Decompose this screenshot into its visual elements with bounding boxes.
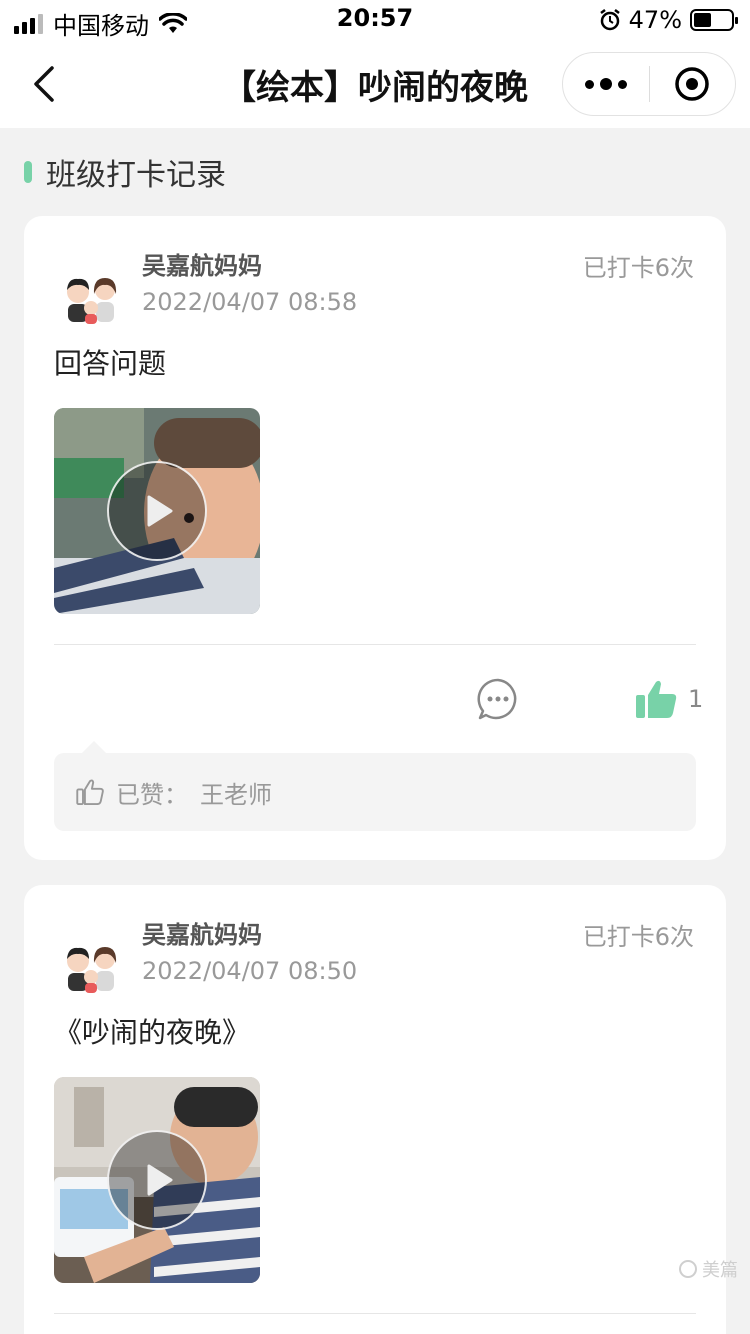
alarm-icon bbox=[599, 9, 620, 31]
battery-icon bbox=[690, 9, 738, 31]
thumbs-up-outline-icon bbox=[76, 779, 104, 805]
play-icon bbox=[147, 1164, 173, 1196]
miniprogram-capsule bbox=[562, 52, 736, 116]
avatar bbox=[67, 947, 117, 993]
status-right: 47% bbox=[599, 6, 738, 34]
comment-button[interactable] bbox=[476, 677, 520, 721]
section-accent-bar bbox=[24, 161, 32, 183]
post-datetime: 2022/04/07 08:58 bbox=[142, 288, 358, 316]
likes-panel: 已赞： 王老师 bbox=[54, 741, 696, 831]
target-close-icon bbox=[675, 67, 709, 101]
divider bbox=[54, 644, 696, 645]
checkin-count: 已打卡6次 bbox=[582, 923, 694, 951]
post-datetime: 2022/04/07 08:50 bbox=[142, 957, 358, 985]
likes-panel-arrow bbox=[82, 741, 106, 753]
author-name: 吴嘉航妈妈 bbox=[142, 252, 262, 280]
video-thumbnail[interactable] bbox=[54, 408, 260, 614]
avatar bbox=[67, 278, 117, 324]
battery-fill bbox=[694, 13, 711, 27]
likes-names: 王老师 bbox=[200, 780, 272, 809]
divider bbox=[54, 1313, 696, 1314]
status-bar: 中国移动 20:57 47% bbox=[0, 0, 750, 40]
play-button[interactable] bbox=[107, 1130, 207, 1230]
section-title: 班级打卡记录 bbox=[46, 158, 226, 193]
thumbs-up-filled-icon bbox=[636, 680, 677, 718]
nav-bar: 【绘本】吵闹的夜晚 bbox=[0, 40, 750, 128]
post-text: 回答问题 bbox=[54, 347, 167, 380]
watermark-text: 美篇 bbox=[702, 1260, 738, 1281]
video-thumbnail[interactable] bbox=[54, 1077, 260, 1283]
post-text: 《吵闹的夜晚》 bbox=[54, 1016, 251, 1049]
checkin-card: 吴嘉航妈妈 2022/04/07 08:58 已打卡6次 回答问题 1 已赞： … bbox=[24, 216, 726, 860]
checkin-count: 已打卡6次 bbox=[582, 254, 694, 282]
like-button[interactable]: 1 bbox=[634, 679, 703, 719]
play-icon bbox=[147, 495, 173, 527]
close-button[interactable] bbox=[650, 53, 736, 115]
likes-label: 已赞： bbox=[116, 780, 188, 809]
more-dots-icon bbox=[584, 79, 594, 89]
comment-icon bbox=[477, 678, 517, 720]
author-name: 吴嘉航妈妈 bbox=[142, 921, 262, 949]
watermark: 美篇 bbox=[678, 1256, 738, 1282]
section-header: 班级打卡记录 bbox=[24, 150, 226, 194]
more-button[interactable] bbox=[563, 53, 649, 115]
play-button[interactable] bbox=[107, 461, 207, 561]
checkin-card: 吴嘉航妈妈 2022/04/07 08:50 已打卡6次 《吵闹的夜晚》 bbox=[24, 885, 726, 1334]
battery-percent: 47% bbox=[628, 6, 682, 34]
meipian-logo-icon bbox=[679, 1260, 697, 1278]
like-count: 1 bbox=[688, 685, 704, 713]
